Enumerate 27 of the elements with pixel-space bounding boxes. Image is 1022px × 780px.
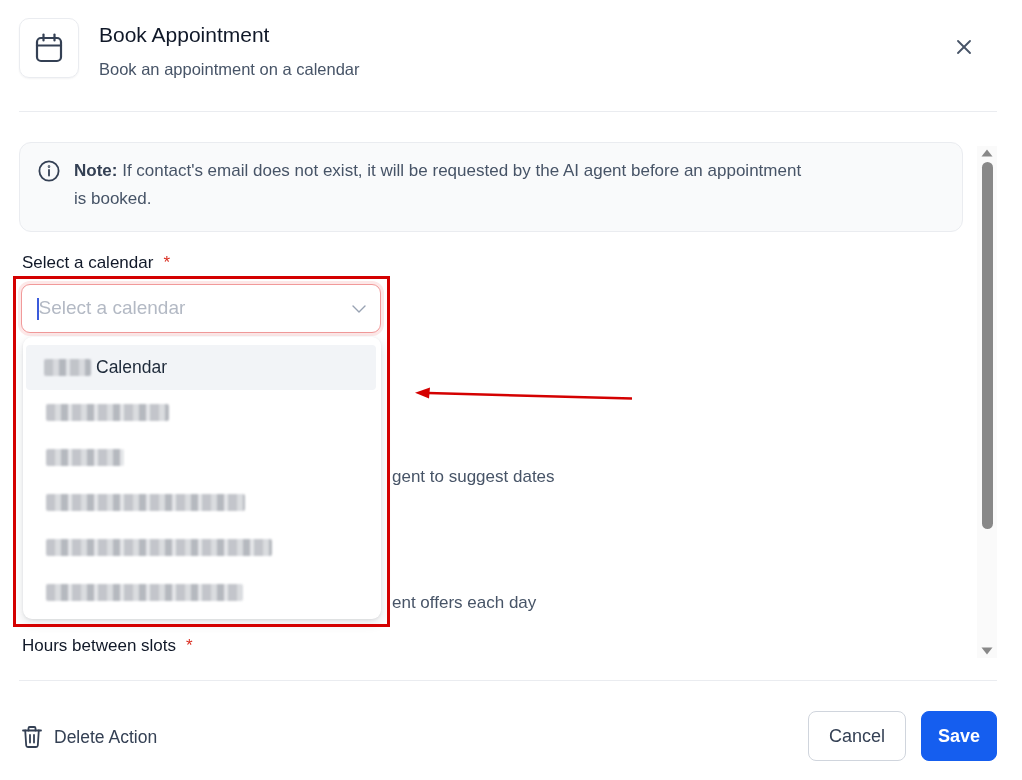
required-mark: * xyxy=(163,253,170,272)
field-label: Hours between slots xyxy=(22,636,177,655)
field-label: Select a calendar xyxy=(22,253,154,272)
trash-icon xyxy=(22,726,42,749)
dropdown-option[interactable]: Calendar xyxy=(26,345,376,390)
info-icon xyxy=(38,160,60,182)
calendar-icon xyxy=(19,18,79,78)
scrollbar[interactable] xyxy=(977,146,997,658)
chevron-down-icon xyxy=(352,304,366,313)
note-text: Note: If contact's email does not exist, it will be requested by the AI agent before an appointment is booked. xyxy=(74,160,803,210)
required-mark: * xyxy=(186,636,193,655)
calendar-search-input[interactable]: Select a calendar xyxy=(38,294,352,323)
scroll-up-arrow-icon[interactable] xyxy=(981,149,993,157)
field-hint: ent offers each day xyxy=(392,592,537,614)
scrollbar-thumb[interactable] xyxy=(981,162,993,529)
close-icon xyxy=(957,40,971,54)
scroll-down-arrow-icon[interactable] xyxy=(981,647,993,655)
delete-action-button[interactable]: Delete Action xyxy=(19,724,158,751)
field-hint: gent to suggest dates xyxy=(392,466,555,488)
cancel-button[interactable]: Cancel xyxy=(808,711,906,761)
dialog-subtitle: Book an appointment on a calendar xyxy=(99,59,360,80)
option-label: Calendar xyxy=(96,356,168,380)
blurred-text xyxy=(44,359,91,376)
calendar-select[interactable]: Select a calendar xyxy=(21,284,381,333)
text-cursor-icon xyxy=(37,297,39,320)
save-button[interactable]: Save xyxy=(921,711,997,761)
dialog-title: Book Appointment xyxy=(99,22,271,48)
